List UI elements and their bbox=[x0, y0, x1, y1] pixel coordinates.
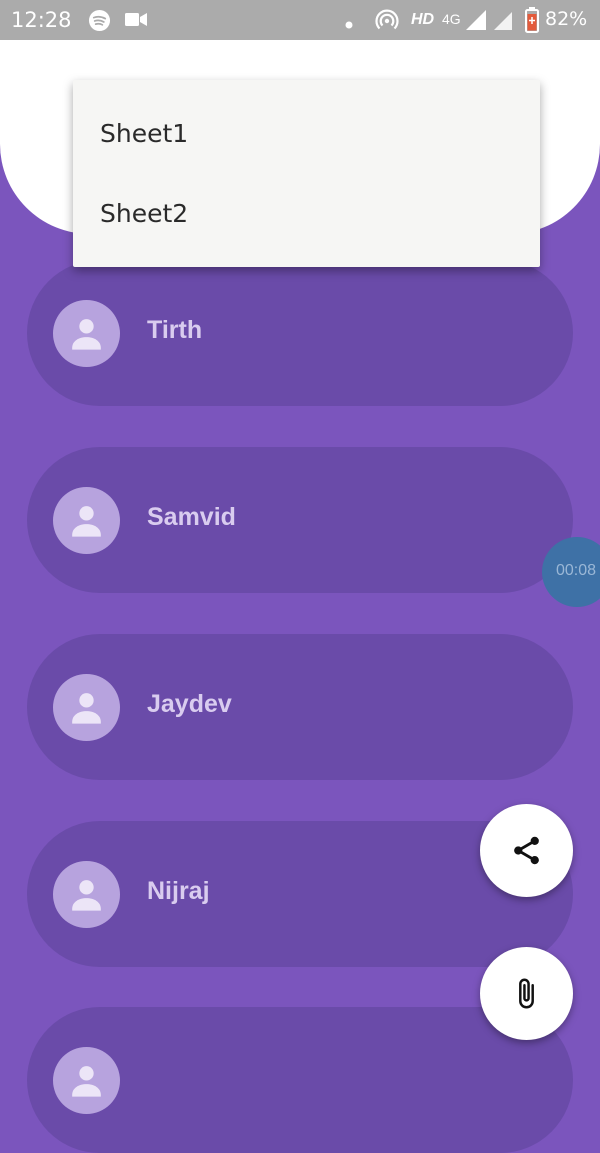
hd-label: HD bbox=[411, 11, 435, 28]
list-item[interactable]: Jaydev bbox=[27, 634, 573, 780]
network-type-label: 4G bbox=[442, 11, 461, 27]
battery-percent: 82% bbox=[545, 8, 588, 30]
contact-name: Nijraj bbox=[147, 877, 210, 905]
list-item[interactable] bbox=[27, 1007, 573, 1153]
status-bar: 12:28 HD 4G 82% bbox=[0, 0, 600, 40]
attach-button[interactable] bbox=[480, 947, 573, 1040]
spotify-icon bbox=[88, 9, 111, 37]
menu-item-sheet1[interactable]: Sheet1 bbox=[73, 93, 540, 173]
status-time: 12:28 bbox=[11, 8, 72, 32]
person-icon bbox=[72, 319, 101, 350]
person-icon bbox=[72, 1066, 101, 1097]
video-camera-icon bbox=[125, 12, 147, 32]
notification-dot-icon bbox=[345, 16, 353, 34]
avatar bbox=[53, 487, 120, 554]
menu-item-sheet2[interactable]: Sheet2 bbox=[73, 173, 540, 253]
recording-timer-bubble[interactable]: 00:08 bbox=[542, 537, 600, 607]
contact-name: Jaydev bbox=[147, 690, 232, 718]
person-icon bbox=[72, 693, 101, 724]
battery-icon bbox=[525, 7, 539, 38]
contact-name: Tirth bbox=[147, 316, 203, 344]
hotspot-icon bbox=[375, 8, 399, 37]
avatar bbox=[53, 300, 120, 367]
menu-item-label: Sheet2 bbox=[100, 199, 189, 228]
list-item[interactable]: Tirth bbox=[27, 260, 573, 406]
contact-name: Samvid bbox=[147, 503, 236, 531]
signal-icon bbox=[466, 10, 488, 35]
sheet-dropdown-menu: Sheet1 Sheet2 bbox=[73, 80, 540, 267]
signal-2-icon bbox=[494, 10, 514, 35]
list-item[interactable]: Samvid bbox=[27, 447, 573, 593]
avatar bbox=[53, 861, 120, 928]
share-icon bbox=[514, 836, 539, 865]
person-icon bbox=[72, 880, 101, 911]
share-button[interactable] bbox=[480, 804, 573, 897]
avatar bbox=[53, 674, 120, 741]
person-icon bbox=[72, 506, 101, 537]
menu-item-label: Sheet1 bbox=[100, 119, 189, 148]
timer-text: 00:08 bbox=[556, 562, 597, 579]
paperclip-icon bbox=[519, 978, 534, 1009]
avatar bbox=[53, 1047, 120, 1114]
